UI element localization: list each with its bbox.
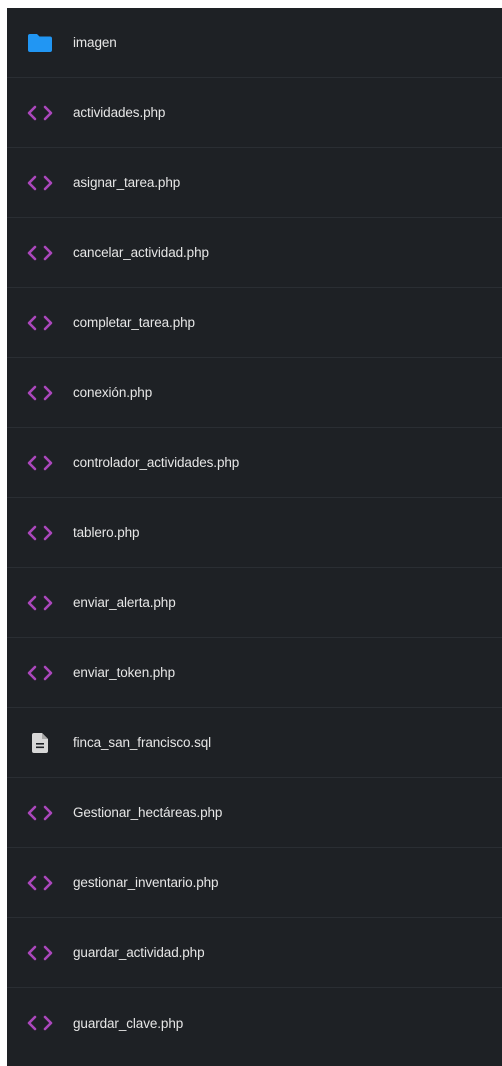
code-icon bbox=[25, 451, 55, 475]
file-item-gestionar-hectareas[interactable]: Gestionar_hectáreas.php bbox=[7, 778, 502, 848]
file-item-tablero[interactable]: tablero.php bbox=[7, 498, 502, 568]
file-item-controlador-actividades[interactable]: controlador_actividades.php bbox=[7, 428, 502, 498]
file-browser-panel: imagen actividades.php asignar_tarea.php bbox=[7, 8, 502, 1066]
file-list: imagen actividades.php asignar_tarea.php bbox=[7, 8, 502, 1058]
file-item-gestionar-inventario[interactable]: gestionar_inventario.php bbox=[7, 848, 502, 918]
code-icon bbox=[25, 1011, 55, 1035]
file-name: tablero.php bbox=[73, 525, 140, 540]
code-icon bbox=[25, 241, 55, 265]
file-name: imagen bbox=[73, 35, 117, 50]
file-item-conexion[interactable]: conexión.php bbox=[7, 358, 502, 428]
file-name: asignar_tarea.php bbox=[73, 175, 181, 190]
code-icon bbox=[25, 801, 55, 825]
file-name: Gestionar_hectáreas.php bbox=[73, 805, 223, 820]
file-name: enviar_alerta.php bbox=[73, 595, 176, 610]
code-icon bbox=[25, 941, 55, 965]
file-name: controlador_actividades.php bbox=[73, 455, 240, 470]
code-icon bbox=[25, 381, 55, 405]
file-name: enviar_token.php bbox=[73, 665, 175, 680]
file-item-finca-san-francisco[interactable]: finca_san_francisco.sql bbox=[7, 708, 502, 778]
file-name: completar_tarea.php bbox=[73, 315, 195, 330]
document-icon bbox=[25, 731, 55, 755]
code-icon bbox=[25, 661, 55, 685]
file-name: actividades.php bbox=[73, 105, 166, 120]
code-icon bbox=[25, 521, 55, 545]
file-item-enviar-token[interactable]: enviar_token.php bbox=[7, 638, 502, 708]
file-item-imagen[interactable]: imagen bbox=[7, 8, 502, 78]
file-item-enviar-alerta[interactable]: enviar_alerta.php bbox=[7, 568, 502, 638]
file-item-asignar-tarea[interactable]: asignar_tarea.php bbox=[7, 148, 502, 218]
code-icon bbox=[25, 101, 55, 125]
file-name: gestionar_inventario.php bbox=[73, 875, 219, 890]
code-icon bbox=[25, 591, 55, 615]
code-icon bbox=[25, 171, 55, 195]
file-name: guardar_clave.php bbox=[73, 1015, 184, 1031]
file-name: guardar_actividad.php bbox=[73, 945, 205, 960]
file-name: cancelar_actividad.php bbox=[73, 245, 209, 260]
file-name: finca_san_francisco.sql bbox=[73, 735, 212, 750]
file-item-guardar-actividad[interactable]: guardar_actividad.php bbox=[7, 918, 502, 988]
code-icon bbox=[25, 311, 55, 335]
file-item-completar-tarea[interactable]: completar_tarea.php bbox=[7, 288, 502, 358]
file-item-actividades[interactable]: actividades.php bbox=[7, 78, 502, 148]
folder-icon bbox=[25, 31, 55, 55]
file-item-cancelar-actividad[interactable]: cancelar_actividad.php bbox=[7, 218, 502, 288]
file-name: conexión.php bbox=[73, 385, 153, 400]
code-icon bbox=[25, 871, 55, 895]
file-item-guardar-clave[interactable]: guardar_clave.php bbox=[7, 988, 502, 1058]
